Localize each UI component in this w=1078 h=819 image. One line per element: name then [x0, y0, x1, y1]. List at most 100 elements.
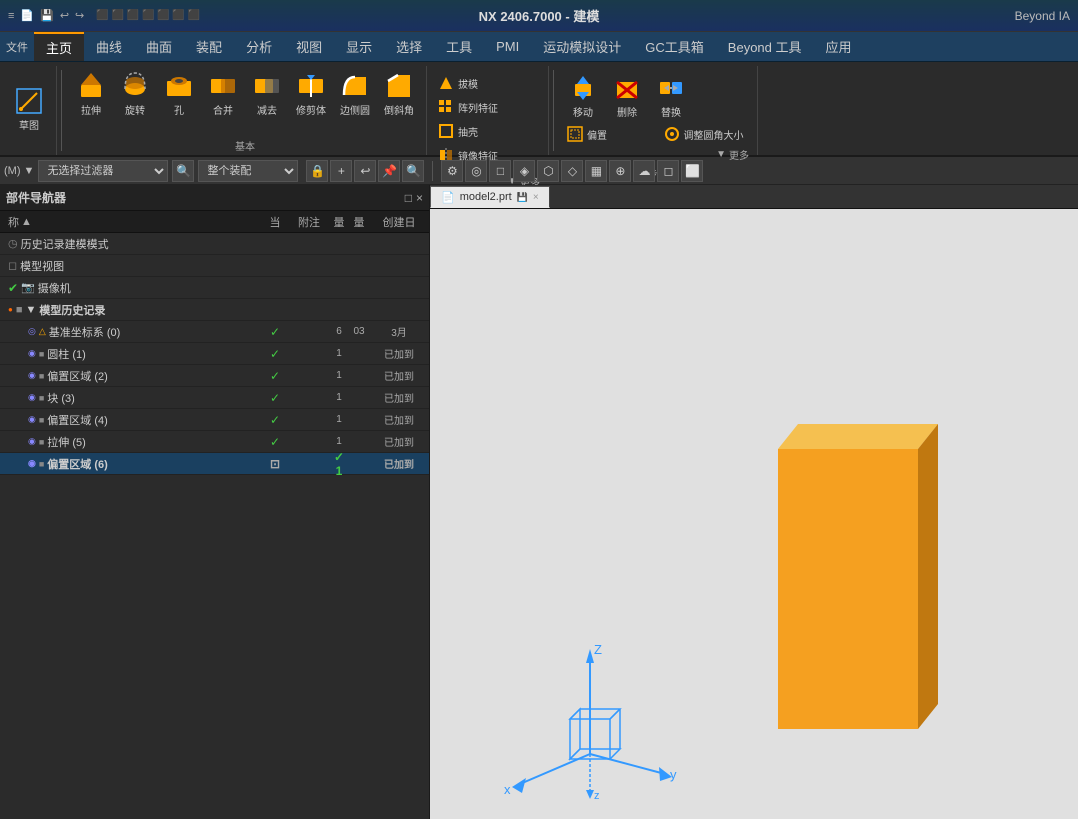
tab-close-btn[interactable]: ×: [533, 192, 539, 203]
nav-row-offset-region1[interactable]: ◉ ■ 偏置区域 (2) ✓ 1 已加到: [0, 365, 429, 387]
menu-select[interactable]: 选择: [384, 32, 434, 61]
view-btn10[interactable]: ◻: [657, 160, 679, 182]
search-sel-btn[interactable]: 🔍: [402, 160, 424, 182]
nav-row-extrude-feat[interactable]: ◉ ■ 拉伸 (5) ✓ 1 已加到: [0, 431, 429, 453]
nav-row-offset-region3[interactable]: ◉ ■ 偏置区域 (6) ⊡ ✓ 1 已加到: [0, 453, 429, 475]
delete-sync-icon: [611, 72, 643, 104]
new-file-icon[interactable]: 📄: [20, 9, 34, 22]
subtract-button[interactable]: 减去: [246, 68, 288, 119]
panel-header: 部件导航器 □ ×: [0, 185, 429, 211]
save-icon[interactable]: 💾: [40, 9, 54, 22]
chamfer-button[interactable]: 倒斜角: [378, 68, 420, 119]
extrude-button[interactable]: 拉伸: [70, 68, 112, 119]
array-feature-icon: [437, 98, 455, 116]
array-feature-button[interactable]: 阵列特征: [433, 96, 502, 118]
scope-dropdown[interactable]: 整个装配: [198, 160, 298, 182]
panel-pin-icon[interactable]: ×: [416, 191, 423, 205]
resize-blend-button[interactable]: 调整圆角大小: [659, 123, 754, 145]
tab-save-icon: 💾: [517, 192, 528, 203]
redo-icon[interactable]: ↪: [75, 9, 84, 22]
history-dot-icon: ●: [8, 305, 13, 314]
nav-row-history-mode[interactable]: ◷ 历史记录建模模式: [0, 233, 429, 255]
view-btn11[interactable]: ⬜: [681, 160, 703, 182]
draft-button[interactable]: 拔模: [433, 72, 482, 94]
offset-sync-button[interactable]: 偏置: [562, 123, 657, 145]
trim-body-icon: [295, 70, 327, 102]
nav-row-model-history[interactable]: ● ■ ▼ 模型历史记录: [0, 299, 429, 321]
nav-row-camera[interactable]: ✔ 📷 摄像机: [0, 277, 429, 299]
nav-cell-qty-10: ✓ 1: [329, 450, 349, 478]
nav-row-datum-csys[interactable]: ◎ △ 基准坐标系 (0) ✓ 6 03 3月: [0, 321, 429, 343]
view-btn5[interactable]: ⬡: [537, 160, 559, 182]
filter-dropdown[interactable]: 无选择过滤器: [38, 160, 168, 182]
replace-label: 替换: [661, 104, 681, 119]
revolve-button[interactable]: 旋转: [114, 68, 156, 119]
svg-text:Z: Z: [594, 642, 602, 657]
draft-icon: [437, 74, 455, 92]
view-btn3[interactable]: □: [489, 160, 511, 182]
view-btn7[interactable]: ▦: [585, 160, 607, 182]
sketch-button[interactable]: 草图: [8, 83, 50, 134]
view-btn2[interactable]: ◎: [465, 160, 487, 182]
undo-sel-btn[interactable]: ↩: [354, 160, 376, 182]
lock-icon-btn[interactable]: 🔒: [306, 160, 328, 182]
nav-cell-cur-6: ✓: [261, 369, 289, 383]
view-btn8[interactable]: ⊕: [609, 160, 631, 182]
panel-maximize-icon[interactable]: □: [405, 191, 412, 205]
block-box-icon: ■: [39, 393, 44, 403]
panel-icons: □ ×: [405, 191, 423, 205]
nav-table: 称 ▲ 当 附注 量 量 创建日 ◷ 历史记录建模模式: [0, 211, 429, 819]
menu-beyond[interactable]: Beyond 工具: [716, 32, 814, 61]
filter-icon-btn[interactable]: 🔍: [172, 160, 194, 182]
nav-col-name[interactable]: 称 ▲: [0, 214, 261, 230]
combine-button[interactable]: 合并: [202, 68, 244, 119]
menu-display[interactable]: 显示: [334, 32, 384, 61]
menu-view[interactable]: 视图: [284, 32, 334, 61]
nav-col-ref: 量: [349, 214, 369, 230]
menu-gc[interactable]: GC工具箱: [633, 32, 716, 61]
nav-col-qty: 量: [329, 214, 349, 230]
edge-blend-button[interactable]: 边侧圆: [334, 68, 376, 119]
model-area[interactable]: Z y x z: [430, 209, 1078, 819]
trim-body-button[interactable]: 修剪体: [290, 68, 332, 119]
more-sync-label: 更多: [729, 147, 749, 162]
nav-cell-date-9: 已加到: [369, 434, 429, 449]
menu-file[interactable]: 文件: [0, 32, 34, 61]
undo-icon[interactable]: ↩: [60, 9, 69, 22]
add-icon-btn[interactable]: +: [330, 160, 352, 182]
menu-home[interactable]: 主页: [34, 32, 84, 61]
view-btn1[interactable]: ⚙: [441, 160, 463, 182]
menu-motion[interactable]: 运动模拟设计: [531, 32, 633, 61]
menu-surface[interactable]: 曲面: [134, 32, 184, 61]
hole-button[interactable]: 孔: [158, 68, 200, 119]
nav-row-offset-region2[interactable]: ◉ ■ 偏置区域 (4) ✓ 1 已加到: [0, 409, 429, 431]
menu-tools[interactable]: 工具: [434, 32, 484, 61]
cyl-box-icon: ■: [39, 349, 44, 359]
shell-button[interactable]: 抽壳: [433, 120, 482, 142]
menu-pmi[interactable]: PMI: [484, 32, 531, 61]
menu-curve[interactable]: 曲线: [84, 32, 134, 61]
sep1: [61, 70, 62, 151]
nav-row-cylinder[interactable]: ◉ ■ 圆柱 (1) ✓ 1 已加到: [0, 343, 429, 365]
nav-cell-cur-5: ✓: [261, 347, 289, 361]
replace-button[interactable]: 替换: [650, 70, 692, 121]
nav-row-model-views[interactable]: ◻ 模型视图: [0, 255, 429, 277]
view-btn9[interactable]: ☁: [633, 160, 655, 182]
delete-sync-button[interactable]: 删除: [606, 70, 648, 121]
view-btn4[interactable]: ◈: [513, 160, 535, 182]
nav-cell-extrude-feat: ◉ ■ 拉伸 (5): [0, 434, 261, 450]
more-sync-button[interactable]: ▼ 更多: [712, 145, 753, 164]
move-button[interactable]: 移动: [562, 70, 604, 121]
ribbon-group-sketch: 草图: [4, 66, 57, 155]
replace-icon: [655, 72, 687, 104]
menu-assembly[interactable]: 装配: [184, 32, 234, 61]
menu-icon[interactable]: ≡: [8, 10, 14, 22]
pin-icon-btn[interactable]: 📌: [378, 160, 400, 182]
nav-row-block[interactable]: ◉ ■ 块 (3) ✓ 1 已加到: [0, 387, 429, 409]
menu-apps[interactable]: 应用: [814, 32, 864, 61]
nav-col-note: 附注: [289, 214, 329, 230]
model-tab[interactable]: 📄 model2.prt 💾 ×: [430, 186, 550, 208]
menu-analysis[interactable]: 分析: [234, 32, 284, 61]
sort-arrow: ▲: [21, 216, 32, 228]
view-btn6[interactable]: ◇: [561, 160, 583, 182]
